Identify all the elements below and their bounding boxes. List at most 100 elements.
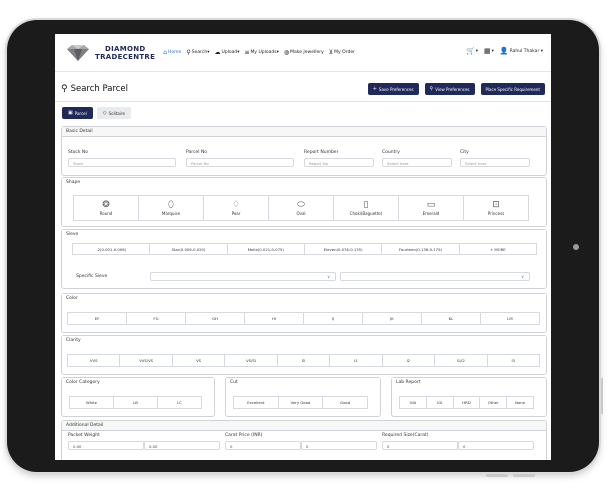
home-icon: ⌂ — [163, 49, 168, 56]
lab-option[interactable]: None — [506, 396, 534, 409]
clarity-option[interactable]: VVS — [67, 354, 121, 367]
stock-input[interactable]: Stock — [68, 158, 176, 167]
sieve-option[interactable]: Eleven(0.076-0.135) — [303, 243, 383, 255]
brand-logo[interactable]: DIAMOND TRADECENTRE — [65, 44, 155, 62]
section-heading: Additional Detail — [62, 421, 546, 431]
tab-solitaire[interactable]: ◇ Solitaire — [96, 107, 131, 119]
clarity-option[interactable]: VS — [171, 354, 226, 367]
cut-option[interactable]: Very Good — [277, 396, 324, 409]
color-option[interactable]: KL — [421, 312, 481, 325]
pear-shape-icon: ♢ — [231, 199, 241, 210]
save-preferences-button[interactable]: + Save Preferences — [367, 83, 419, 95]
menu-my-uploads-label: My Uploads — [250, 50, 277, 55]
cut-option[interactable]: Good — [322, 396, 369, 409]
round-shape-icon: ❂ — [102, 199, 110, 210]
place-requirement-button[interactable]: Place Specific Requirement — [480, 83, 545, 95]
cart-icon: ⊻ — [328, 49, 334, 56]
section-heading: Shape — [62, 178, 546, 187]
color-option[interactable]: LM — [480, 312, 540, 325]
main-menu: ⌂ Home ⚲ Search ▾ ☁ Upload ▾ ≡ My Uploads ▾ ◍ Ma… — [163, 49, 360, 56]
required-size-to[interactable]: 0 — [458, 441, 534, 450]
plus-icon: + — [372, 86, 377, 92]
color-option[interactable]: FG — [126, 312, 186, 325]
menu-my-order-label: My Order — [334, 50, 355, 55]
menu-make-jewellery[interactable]: ◍ Make Jewellery — [284, 49, 324, 56]
sieve-options: -2(0.001-0.006) Star(0.009-0.020) Melle(… — [72, 243, 537, 255]
color-option[interactable]: GH — [185, 312, 245, 325]
shape-marquise[interactable]: ⬯ Marquise — [138, 195, 204, 221]
required-size-from[interactable]: 0 — [382, 441, 458, 450]
view-preferences-button[interactable]: ⚲ View Preferences — [424, 83, 475, 95]
country-select[interactable]: Select here — [382, 158, 452, 167]
color-option[interactable]: HI — [244, 312, 304, 325]
stock-label: Stock No — [68, 150, 89, 155]
tab-parcel[interactable]: ▣ Parcel — [62, 107, 93, 119]
screen: DIAMOND TRADECENTRE ⌂ Home ⚲ Search ▾ ☁ Uplo… — [55, 34, 551, 460]
color-category-option[interactable]: LC — [157, 396, 202, 409]
clarity-option[interactable]: VVS/VS — [119, 354, 173, 367]
color-option[interactable]: IJ — [303, 312, 363, 325]
shape-label: Emerald — [422, 210, 440, 216]
diamond-icon: ◇ — [102, 110, 107, 116]
lab-option[interactable]: Other — [479, 396, 508, 409]
color-category-option[interactable]: LB — [113, 396, 158, 409]
more-sieve-button[interactable]: + MORE — [458, 243, 537, 255]
lab-option[interactable]: GIA — [399, 396, 427, 409]
clarity-option[interactable]: I3 — [486, 354, 540, 367]
carat-price-to[interactable]: 0 — [301, 441, 377, 450]
clarity-option[interactable]: I1/I2 — [434, 354, 488, 367]
cut-option[interactable]: Excellent — [233, 396, 279, 409]
menu-search[interactable]: ⚲ Search ▾ — [186, 49, 209, 56]
menu-home[interactable]: ⌂ Home — [163, 49, 181, 56]
clarity-section: Clarity VVS VVS/VS VS VS/SI SI I1 I2 I1/… — [61, 335, 547, 375]
carat-price-from[interactable]: 0 — [225, 441, 301, 450]
shape-princess[interactable]: ⊡ Princess — [463, 195, 529, 221]
shape-oval[interactable]: ⬭ Oval — [268, 195, 334, 221]
cart-dropdown[interactable]: 🛒 ▾ — [466, 47, 478, 55]
clarity-option[interactable]: SI — [276, 354, 331, 367]
section-heading: Color Category — [62, 378, 214, 387]
clarity-options: VVS VVS/VS VS VS/SI SI I1 I2 I1/I2 I3 — [67, 354, 540, 367]
section-heading: Clarity — [62, 336, 546, 345]
cart-icon: 🛒 — [466, 47, 475, 55]
user-menu[interactable]: 👤 Rahul Thakar ▾ — [500, 47, 543, 55]
shape-pear[interactable]: ♢ Pear — [203, 195, 269, 221]
sieve-to-select[interactable]: ∨ — [340, 272, 530, 281]
camera-dot — [573, 244, 579, 250]
sieve-option[interactable]: Star(0.009-0.020) — [149, 243, 228, 255]
parcel-icon: ▣ — [68, 110, 73, 116]
menu-home-label: Home — [168, 50, 182, 55]
sieve-option[interactable]: -2(0.001-0.006) — [72, 243, 151, 255]
color-option[interactable]: JK — [362, 312, 422, 325]
menu-upload[interactable]: ☁ Upload ▾ — [214, 49, 239, 56]
menu-my-uploads[interactable]: ≡ My Uploads ▾ — [245, 49, 279, 56]
tab-parcel-label: Parcel — [74, 110, 87, 116]
color-option[interactable]: EF — [67, 312, 127, 325]
lab-option[interactable]: HRD — [452, 396, 481, 409]
shape-baguette[interactable]: ▯ Choki(Baguette) — [333, 195, 399, 221]
packet-weight-to[interactable]: 0.00 — [144, 441, 220, 450]
shape-emerald[interactable]: ▭ Emerald — [398, 195, 464, 221]
clarity-option[interactable]: I1 — [329, 354, 383, 367]
brand-line2: TRADECENTRE — [95, 52, 156, 61]
calculator-dropdown[interactable]: ▦ ▾ — [484, 47, 494, 55]
packet-weight-label: Packet Weight — [68, 433, 100, 438]
report-input[interactable]: Report No — [304, 158, 374, 167]
section-heading: Basic Detail — [62, 127, 546, 137]
clarity-option[interactable]: I2 — [381, 354, 436, 367]
sieve-from-select[interactable]: ∨ — [150, 272, 336, 281]
menu-my-order[interactable]: ⊻ My Order — [329, 49, 355, 56]
princess-shape-icon: ⊡ — [492, 199, 500, 210]
sieve-option[interactable]: Melle(0.021-0.075) — [226, 243, 305, 255]
caret-icon: ▾ — [276, 50, 279, 55]
shape-round[interactable]: ❂ Round — [73, 195, 139, 221]
city-select[interactable]: Select here — [460, 158, 530, 167]
lab-option[interactable]: IGI — [425, 396, 454, 409]
parcel-input[interactable]: Parcel No — [186, 158, 294, 167]
chevron-down-icon: ∨ — [521, 274, 524, 279]
sieve-option[interactable]: Fourteen(0.136-0.179) — [381, 243, 460, 255]
shape-label: Marquise — [161, 210, 181, 216]
clarity-option[interactable]: VS/SI — [224, 354, 278, 367]
packet-weight-from[interactable]: 0.00 — [68, 441, 144, 450]
color-category-option[interactable]: White — [69, 396, 114, 409]
